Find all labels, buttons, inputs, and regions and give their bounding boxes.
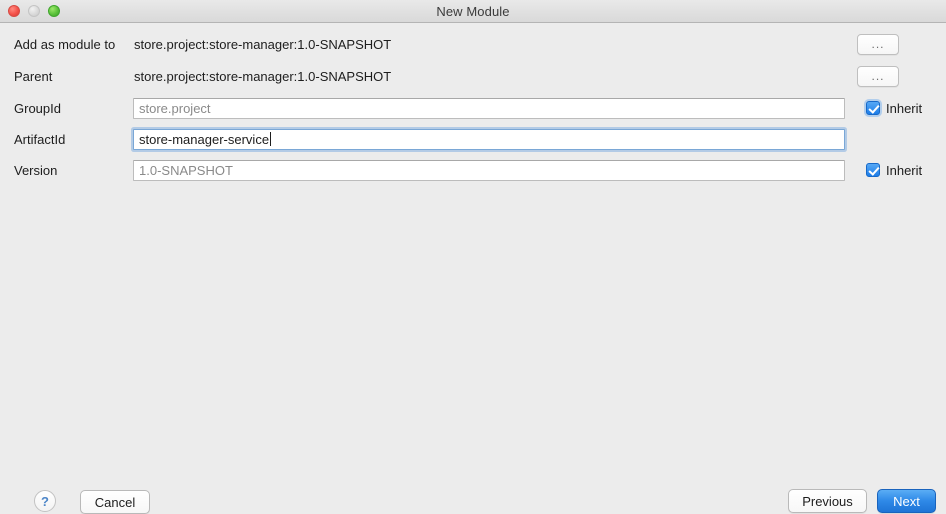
- group-id-inherit-row: Inherit: [866, 98, 922, 119]
- group-id-inherit-label: Inherit: [886, 100, 923, 116]
- text-caret: [270, 132, 272, 146]
- add-as-module-to-value: store.project:store-manager:1.0-SNAPSHOT: [134, 36, 392, 52]
- help-button[interactable]: ?: [34, 490, 56, 512]
- row-group-id: GroupId store.project Inherit: [0, 97, 946, 119]
- artifact-id-input[interactable]: store-manager-service: [133, 128, 845, 150]
- row-artifact-id: ArtifactId store-manager-service: [0, 128, 946, 150]
- cancel-button[interactable]: Cancel: [80, 490, 150, 514]
- parent-value: store.project:store-manager:1.0-SNAPSHOT: [134, 68, 392, 84]
- group-id-inherit-checkbox[interactable]: [866, 101, 880, 115]
- dialog-content: Add as module to store.project:store-man…: [0, 23, 946, 514]
- artifact-id-value: store-manager-service: [139, 131, 270, 147]
- row-version: Version 1.0-SNAPSHOT Inherit: [0, 159, 946, 181]
- version-input[interactable]: 1.0-SNAPSHOT: [133, 159, 845, 181]
- close-window-button[interactable]: [8, 5, 20, 17]
- next-button[interactable]: Next: [877, 489, 936, 513]
- version-inherit-checkbox[interactable]: [866, 163, 880, 177]
- add-as-module-to-browse-button[interactable]: ...: [857, 33, 899, 55]
- zoom-window-button[interactable]: [48, 5, 60, 17]
- row-parent: Parent store.project:store-manager:1.0-S…: [0, 65, 946, 87]
- title-bar: New Module: [0, 0, 946, 23]
- version-label: Version: [14, 162, 58, 178]
- artifact-id-label: ArtifactId: [14, 131, 66, 147]
- window-controls: [8, 0, 60, 22]
- row-add-as-module-to: Add as module to store.project:store-man…: [0, 33, 946, 55]
- parent-label: Parent: [14, 68, 53, 84]
- previous-button[interactable]: Previous: [788, 489, 867, 513]
- version-inherit-row: Inherit: [866, 160, 922, 181]
- group-id-label: GroupId: [14, 100, 61, 116]
- window-title: New Module: [436, 3, 510, 19]
- add-as-module-to-label: Add as module to: [14, 36, 116, 52]
- group-id-input[interactable]: store.project: [133, 97, 845, 119]
- minimize-window-button[interactable]: [28, 5, 40, 17]
- version-inherit-label: Inherit: [886, 162, 923, 178]
- new-module-dialog: New Module Add as module to store.projec…: [0, 0, 946, 514]
- parent-browse-button[interactable]: ...: [857, 65, 899, 87]
